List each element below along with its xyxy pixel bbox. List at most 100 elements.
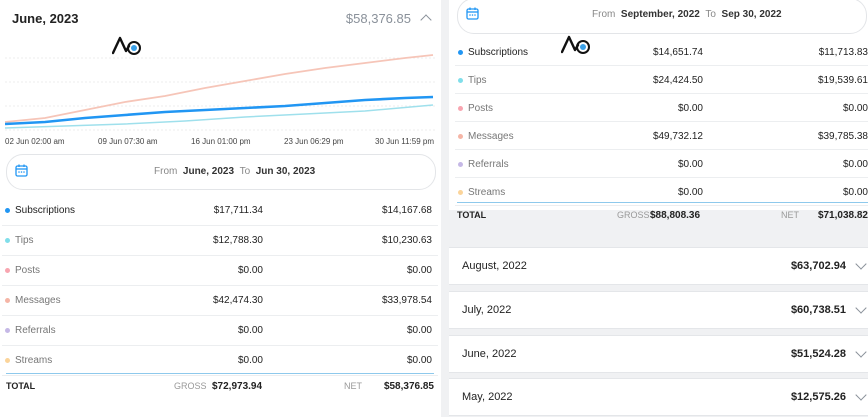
month-title: June, 2023 bbox=[12, 11, 79, 26]
net-tag: NET bbox=[781, 210, 799, 220]
row-tips: Tips $24,424.50 $19,539.61 bbox=[455, 66, 868, 94]
messages-series-line bbox=[5, 54, 434, 123]
calendar-icon[interactable] bbox=[15, 164, 28, 177]
row-subscriptions: Subscriptions $17,711.34 $14,167.68 bbox=[2, 196, 438, 226]
row-label: Streams bbox=[468, 187, 506, 198]
row-net: $0.00 bbox=[842, 159, 868, 170]
referrals-dot bbox=[5, 328, 10, 333]
row-posts: Posts $0.00 $0.00 bbox=[2, 256, 438, 286]
row-label: Referrals bbox=[15, 325, 56, 336]
tips-dot bbox=[5, 238, 10, 243]
row-gross: $17,711.34 bbox=[213, 205, 263, 216]
row-net: $0.00 bbox=[406, 355, 432, 366]
row-label: Tips bbox=[468, 75, 487, 86]
chart-x-label: 30 Jun 11:59 pm bbox=[375, 137, 435, 146]
net-total: $71,038.82 bbox=[817, 210, 868, 221]
chevron-down-icon[interactable] bbox=[855, 346, 867, 358]
total-label: TOTAL bbox=[6, 381, 36, 391]
row-referrals: Referrals $0.00 $0.00 bbox=[455, 150, 868, 178]
row-label: Tips bbox=[15, 235, 34, 246]
row-net: $0.00 bbox=[842, 187, 868, 198]
date-range-picker[interactable]: From September, 2022 To Sep 30, 2022 bbox=[457, 0, 867, 34]
row-gross: $24,424.50 bbox=[652, 75, 703, 86]
date-range-picker[interactable]: From June, 2023 To Jun 30, 2023 bbox=[6, 154, 436, 190]
month-total: $58,376.85 bbox=[345, 11, 411, 26]
row-gross: $0.00 bbox=[237, 265, 263, 276]
chevron-down-icon[interactable] bbox=[855, 258, 867, 270]
streams-dot bbox=[5, 358, 10, 363]
row-gross: $0.00 bbox=[677, 103, 703, 114]
month-card-august-2022[interactable]: August, 2022 $63,702.94 bbox=[449, 247, 868, 285]
earnings-panel-september-2022: From September, 2022 To Sep 30, 2022 Sub… bbox=[449, 0, 868, 417]
month-total: $60,738.51 bbox=[790, 304, 846, 316]
row-label: Messages bbox=[15, 295, 61, 306]
row-net: $0.00 bbox=[406, 265, 432, 276]
row-net: $11,713.83 bbox=[818, 47, 868, 58]
total-label: TOTAL bbox=[457, 210, 487, 220]
row-net: $14,167.68 bbox=[381, 205, 432, 216]
posts-dot bbox=[458, 106, 463, 111]
row-net: $0.00 bbox=[842, 103, 868, 114]
row-label: Subscriptions bbox=[15, 205, 76, 216]
earnings-panel-june-2023: June, 2023 $58,376.85 02 Jun 02:00 am 09… bbox=[0, 0, 441, 417]
row-net: $39,785.38 bbox=[817, 131, 868, 142]
month-name: June, 2022 bbox=[462, 348, 517, 360]
subscriptions-dot bbox=[5, 208, 10, 213]
row-label: Subscriptions bbox=[468, 47, 529, 58]
row-label: Streams bbox=[15, 355, 53, 366]
row-label: Posts bbox=[468, 103, 494, 114]
row-gross: $0.00 bbox=[237, 325, 263, 336]
row-net: $0.00 bbox=[406, 325, 432, 336]
month-name: May, 2022 bbox=[462, 391, 513, 403]
referrals-dot bbox=[458, 162, 463, 167]
month-card-june-2022[interactable]: June, 2022 $51,524.28 bbox=[449, 335, 868, 373]
messages-dot bbox=[458, 134, 463, 139]
chevron-down-icon[interactable] bbox=[855, 302, 867, 314]
row-gross: $42,474.30 bbox=[212, 295, 263, 306]
row-gross: $0.00 bbox=[677, 187, 703, 198]
row-subscriptions: Subscriptions $14,651.74 $11,713.83 bbox=[455, 38, 868, 66]
row-label: Posts bbox=[15, 265, 41, 276]
subscriptions-dot bbox=[458, 50, 463, 55]
row-streams: Streams $0.00 $0.00 bbox=[2, 346, 438, 376]
row-label: Referrals bbox=[468, 159, 509, 170]
tips-dot bbox=[458, 78, 463, 83]
row-label: Messages bbox=[468, 131, 514, 142]
month-total: $63,702.94 bbox=[790, 260, 846, 272]
posts-dot bbox=[5, 268, 10, 273]
gross-total: $72,973.94 bbox=[212, 381, 263, 392]
net-total: $58,376.85 bbox=[383, 381, 434, 392]
row-referrals: Referrals $0.00 $0.00 bbox=[2, 316, 438, 346]
date-range-text: From September, 2022 To Sep 30, 2022 bbox=[592, 9, 782, 20]
calendar-icon[interactable] bbox=[466, 7, 479, 20]
month-card-may-2022[interactable]: May, 2022 $12,575.26 bbox=[449, 378, 868, 416]
earnings-chart bbox=[5, 54, 435, 131]
chart-x-label: 23 Jun 06:29 pm bbox=[284, 137, 344, 146]
month-name: August, 2022 bbox=[462, 260, 527, 272]
row-gross: $14,651.74 bbox=[652, 47, 703, 58]
date-range-text: From June, 2023 To Jun 30, 2023 bbox=[154, 166, 316, 177]
total-row: TOTAL GROSS $72,973.94 NET $58,376.85 bbox=[6, 373, 434, 398]
month-header[interactable]: June, 2023 $58,376.85 bbox=[0, 0, 441, 36]
net-tag: NET bbox=[344, 381, 362, 391]
gross-tag: GROSS bbox=[174, 381, 207, 391]
row-messages: Messages $42,474.30 $33,978.54 bbox=[2, 286, 438, 316]
earnings-breakdown: Subscriptions $17,711.34 $14,167.68 Tips… bbox=[2, 196, 438, 376]
month-total: $12,575.26 bbox=[790, 391, 846, 403]
chart-x-label: 09 Jun 07:30 am bbox=[98, 137, 158, 146]
chevron-down-icon[interactable] bbox=[855, 389, 867, 401]
row-net: $10,230.63 bbox=[381, 235, 432, 246]
chart-x-label: 02 Jun 02:00 am bbox=[5, 137, 65, 146]
row-messages: Messages $49,732.12 $39,785.38 bbox=[455, 122, 868, 150]
month-total: $51,524.28 bbox=[790, 348, 846, 360]
row-net: $33,978.54 bbox=[381, 295, 432, 306]
row-gross: $0.00 bbox=[677, 159, 703, 170]
row-posts: Posts $0.00 $0.00 bbox=[455, 94, 868, 122]
chevron-up-icon[interactable] bbox=[420, 14, 432, 26]
month-name: July, 2022 bbox=[462, 304, 512, 316]
row-gross: $0.00 bbox=[237, 355, 263, 366]
gross-total: $88,808.36 bbox=[650, 210, 701, 221]
row-net: $19,539.61 bbox=[817, 75, 868, 86]
month-card-july-2022[interactable]: July, 2022 $60,738.51 bbox=[449, 291, 868, 329]
streams-dot bbox=[458, 190, 463, 195]
